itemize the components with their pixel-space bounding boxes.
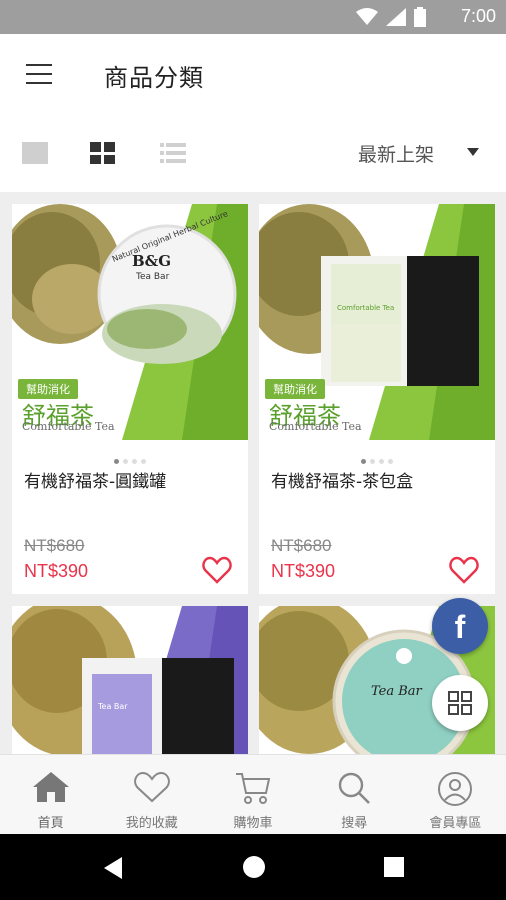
status-bar: 7:00 [0, 0, 506, 34]
menu-icon[interactable] [26, 64, 52, 86]
single-view-icon[interactable] [22, 142, 48, 164]
product-card[interactable]: B&G Tea Bar Natural Original Herbal Cult… [12, 204, 248, 594]
product-price: NT$390 [24, 561, 89, 581]
bottom-nav: 首頁 我的收藏 購物車 搜尋 會員專區 [0, 754, 506, 834]
tin-label: Tea Bar [371, 684, 422, 699]
product-card[interactable]: Comfortable Tea 幫助消化 舒福茶 Comfortable Tea… [259, 204, 495, 594]
product-old-price: NT$680 [24, 536, 85, 555]
nav-label: 搜尋 [341, 816, 368, 831]
product-card[interactable]: Tea Bar [12, 606, 248, 754]
carousel-dots [12, 449, 248, 468]
box-label: Tea Bar [98, 702, 128, 711]
qr-scan-icon[interactable] [432, 675, 488, 731]
chevron-down-icon[interactable] [467, 148, 479, 156]
box-label: Comfortable Tea [337, 304, 395, 312]
product-name[interactable]: 有機舒福茶-圓鐵罐 [24, 467, 166, 492]
page-title: 商品分類 [104, 64, 204, 92]
product-image[interactable]: Tea Bar [12, 606, 248, 754]
image-subtitle: Comfortable Tea [269, 420, 362, 433]
nav-label: 首頁 [37, 816, 64, 831]
nav-search[interactable]: 搜尋 [304, 755, 405, 834]
search-icon [339, 772, 371, 804]
sort-dropdown[interactable]: 最新上架 [358, 140, 434, 167]
recents-square-icon[interactable] [384, 857, 404, 877]
battery-icon [414, 7, 426, 27]
nav-cart[interactable]: 購物車 [202, 755, 303, 834]
list-view-icon[interactable] [160, 142, 186, 164]
product-grid: B&G Tea Bar Natural Original Herbal Cult… [0, 192, 506, 754]
app-bar: 商品分類 [0, 34, 506, 116]
product-name[interactable]: 有機舒福茶-茶包盒 [271, 467, 413, 492]
home-circle-icon[interactable] [242, 855, 266, 879]
status-time: 7:00 [460, 6, 496, 26]
signal-icon [386, 8, 406, 26]
home-icon [32, 772, 69, 802]
nav-member[interactable]: 會員專區 [405, 755, 506, 834]
heart-icon [133, 771, 170, 803]
brand-line: Tea Bar [136, 272, 170, 282]
nav-label: 會員專區 [429, 816, 482, 831]
back-icon[interactable] [102, 856, 124, 880]
facebook-icon[interactable]: f [432, 598, 488, 654]
product-old-price: NT$680 [271, 536, 332, 555]
wifi-icon [356, 8, 378, 25]
brand-logo: B&G [132, 252, 172, 270]
system-navigation-bar [0, 834, 506, 900]
product-image[interactable]: Comfortable Tea 幫助消化 舒福茶 Comfortable Tea [259, 204, 495, 440]
nav-label: 我的收藏 [125, 816, 178, 831]
favorite-heart-icon[interactable] [202, 556, 232, 584]
product-price: NT$390 [271, 561, 336, 581]
favorite-heart-icon[interactable] [449, 556, 479, 584]
nav-favorites[interactable]: 我的收藏 [101, 755, 202, 834]
carousel-dots [259, 449, 495, 468]
status-icons [356, 7, 426, 27]
nav-label: 購物車 [233, 816, 273, 831]
cart-icon [236, 773, 271, 804]
product-image[interactable]: B&G Tea Bar Natural Original Herbal Cult… [12, 204, 248, 440]
grid-view-icon[interactable] [90, 142, 116, 164]
nav-home[interactable]: 首頁 [0, 755, 101, 834]
image-subtitle: Comfortable Tea [22, 420, 115, 433]
user-icon [438, 772, 473, 806]
view-toolbar: 最新上架 [0, 116, 506, 192]
